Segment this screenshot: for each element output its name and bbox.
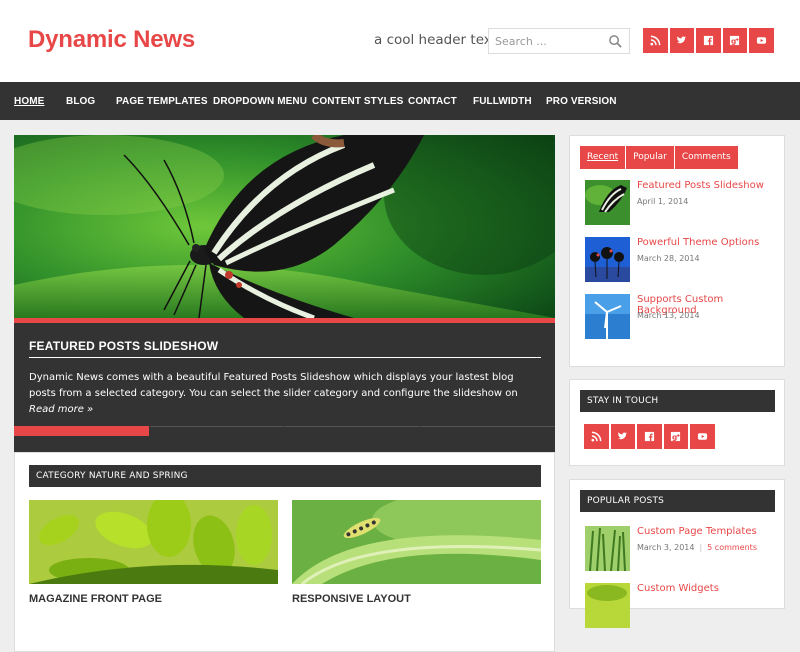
- stay-in-touch-widget: STAY IN TOUCH g: [569, 379, 785, 466]
- post-title[interactable]: Custom Widgets: [637, 583, 719, 594]
- slide-indicator-2[interactable]: [149, 426, 284, 436]
- nav-item-content-styles[interactable]: CONTENT STYLES: [312, 96, 403, 107]
- slideshow-pagination: [14, 426, 555, 436]
- nav-item-contact[interactable]: CONTACT: [408, 96, 457, 107]
- post-thumbnail[interactable]: [585, 583, 630, 628]
- post-date: March 28, 2014: [637, 254, 700, 263]
- slideshow-divider: [29, 357, 541, 358]
- category-posts-panel: CATEGORY NATURE AND SPRING MAGAZINE FRON…: [14, 452, 555, 652]
- nav-item-fullwidth[interactable]: FULLWIDTH: [473, 96, 532, 107]
- search-form: [488, 28, 630, 54]
- widget-social-icons: g: [584, 424, 715, 449]
- post-thumbnail[interactable]: [585, 180, 630, 225]
- post-date: April 1, 2014: [637, 197, 689, 206]
- tabbed-posts-widget: Recent Popular Comments Featured Posts S…: [569, 135, 785, 367]
- post-thumbnail-leaves[interactable]: [29, 500, 278, 584]
- google-plus-icon[interactable]: g: [663, 424, 688, 449]
- facebook-icon[interactable]: [696, 28, 721, 53]
- slide-indicator-4[interactable]: [420, 426, 555, 436]
- post-meta: March 3, 2014 | 5 comments: [637, 543, 757, 552]
- slideshow-image-butterfly[interactable]: [14, 135, 555, 318]
- twitter-icon[interactable]: [669, 28, 694, 53]
- svg-text:g: g: [731, 37, 736, 46]
- read-more-link[interactable]: Read more »: [29, 404, 93, 415]
- svg-text:g: g: [672, 433, 677, 442]
- category-post-title[interactable]: MAGAZINE FRONT PAGE: [29, 593, 162, 605]
- main-navigation: HOME BLOG PAGE TEMPLATES DROPDOWN MENU C…: [0, 82, 800, 120]
- widget-heading: STAY IN TOUCH: [580, 390, 775, 412]
- list-item: Featured Posts Slideshow April 1, 2014: [585, 180, 775, 226]
- tab-recent[interactable]: Recent: [580, 146, 626, 169]
- post-thumbnail[interactable]: [585, 237, 630, 282]
- rss-icon[interactable]: [584, 424, 609, 449]
- popular-posts-widget: POPULAR POSTS Custom Page Templates Marc…: [569, 479, 785, 628]
- site-tagline: a cool header text: [374, 32, 498, 48]
- twitter-icon[interactable]: [610, 424, 635, 449]
- youtube-icon[interactable]: [749, 28, 774, 53]
- search-input[interactable]: [495, 33, 603, 49]
- google-plus-icon[interactable]: g: [722, 28, 747, 53]
- post-title[interactable]: Featured Posts Slideshow: [637, 180, 764, 191]
- list-item: Supports Custom Background March 13, 201…: [585, 294, 775, 340]
- post-date: March 3, 2014: [637, 543, 695, 552]
- site-header: Dynamic News a cool header text g: [0, 0, 800, 82]
- meta-separator: |: [699, 543, 703, 552]
- widget-heading: POPULAR POSTS: [580, 490, 775, 512]
- post-title[interactable]: Custom Page Templates: [637, 526, 757, 537]
- nav-item-home[interactable]: HOME: [14, 96, 44, 107]
- slide-indicator-3[interactable]: [285, 426, 420, 436]
- search-icon[interactable]: [608, 34, 623, 49]
- site-logo[interactable]: Dynamic News: [28, 26, 195, 54]
- list-item: Powerful Theme Options March 28, 2014: [585, 237, 775, 283]
- tab-popular[interactable]: Popular: [626, 146, 674, 169]
- slideshow-title[interactable]: FEATURED POSTS SLIDESHOW: [29, 339, 218, 353]
- youtube-icon[interactable]: [690, 424, 715, 449]
- facebook-icon[interactable]: [637, 424, 662, 449]
- widget-tabs: Recent Popular Comments: [580, 146, 738, 169]
- slide-indicator-1[interactable]: [14, 426, 149, 436]
- list-item: Custom Page Templates March 3, 2014 | 5 co…: [585, 526, 775, 572]
- nav-item-page-templates[interactable]: PAGE TEMPLATES: [116, 96, 208, 107]
- nav-item-dropdown-menu[interactable]: DROPDOWN MENU: [213, 96, 307, 107]
- nav-item-blog[interactable]: BLOG: [66, 96, 95, 107]
- comments-link[interactable]: 5 comments: [707, 543, 757, 552]
- post-title[interactable]: Powerful Theme Options: [637, 237, 759, 248]
- post-date: March 13, 2014: [637, 311, 700, 320]
- category-heading[interactable]: CATEGORY NATURE AND SPRING: [29, 465, 541, 487]
- post-thumbnail[interactable]: [585, 526, 630, 571]
- category-post-title[interactable]: RESPONSIVE LAYOUT: [292, 593, 411, 605]
- post-thumbnail-caterpillar[interactable]: [292, 500, 541, 584]
- header-social-icons: g: [643, 28, 774, 53]
- nav-item-pro-version[interactable]: PRO VERSION: [546, 96, 617, 107]
- post-thumbnail[interactable]: [585, 294, 630, 339]
- slideshow-excerpt: Dynamic News comes with a beautiful Feat…: [29, 372, 518, 399]
- list-item: Custom Widgets: [585, 583, 775, 629]
- tab-comments[interactable]: Comments: [674, 146, 738, 169]
- rss-icon[interactable]: [643, 28, 668, 53]
